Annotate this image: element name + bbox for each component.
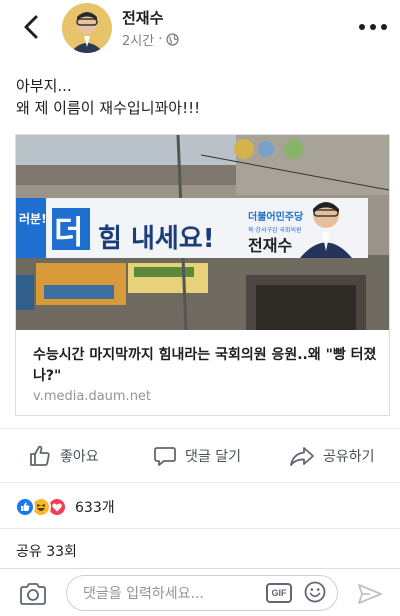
divider xyxy=(0,482,400,483)
avatar[interactable] xyxy=(62,3,112,53)
action-bar: 좋아요 댓글 달기 공유하기 xyxy=(0,434,400,478)
banner-party: 더불어민주당 xyxy=(248,210,304,223)
comment-label: 댓글 달기 xyxy=(185,449,241,465)
comment-bubble-icon xyxy=(154,447,176,466)
divider xyxy=(0,428,400,429)
share-count[interactable]: 공유 33회 xyxy=(16,541,77,561)
back-arrow-icon[interactable] xyxy=(20,14,42,40)
camera-icon[interactable] xyxy=(18,582,48,606)
send-icon[interactable] xyxy=(357,582,383,606)
share-arrow-icon xyxy=(290,447,314,466)
post-time[interactable]: 2시간 xyxy=(122,30,154,49)
comment-composer: 댓글을 입력하세요... GIF xyxy=(0,568,400,616)
link-domain: v.media.daum.net xyxy=(33,389,152,404)
reactions-summary[interactable]: 633개 xyxy=(15,494,115,520)
post-text: 아부지... 왜 제 이름이 재수입니꽈아!!! xyxy=(16,75,200,119)
like-icon xyxy=(15,497,35,517)
svg-text:힘 내세요!: 힘 내세요! xyxy=(98,224,215,254)
emoji-icon[interactable] xyxy=(304,581,326,603)
like-button[interactable]: 좋아요 xyxy=(28,434,99,478)
post-header: 전재수 2시간 · xyxy=(0,0,400,56)
svg-text:지: 지 xyxy=(20,221,48,256)
reaction-count: 633개 xyxy=(75,500,115,516)
svg-text:북·강서구갑 국회의원: 북·강서구갑 국회의원 xyxy=(248,226,302,234)
comment-input[interactable]: 댓글을 입력하세요... xyxy=(66,575,338,611)
share-label: 공유하기 xyxy=(323,449,375,465)
like-label: 좋아요 xyxy=(60,449,99,465)
dot-separator: · xyxy=(158,32,163,47)
share-button[interactable]: 공유하기 xyxy=(289,434,375,478)
post-meta: 2시간 · xyxy=(122,30,179,49)
link-title[interactable]: 수능시간 마지막까지 힘내라는 국회의원 응원..왜 "빵 터졌나?" xyxy=(33,345,383,387)
post-text-line-2: 왜 제 이름이 재수입니꽈아!!! xyxy=(16,99,201,117)
gif-button[interactable]: GIF xyxy=(266,583,292,603)
link-preview-card[interactable]: 러분! 지 더 힘 내세요! 더불어민주당 북·강서구갑 국회의원 전재수 수능… xyxy=(15,134,390,416)
more-options-icon[interactable] xyxy=(358,22,388,32)
author-name[interactable]: 전재수 xyxy=(122,7,163,28)
divider xyxy=(0,528,400,529)
comment-button[interactable]: 댓글 달기 xyxy=(153,434,241,478)
globe-icon xyxy=(166,33,179,46)
banner-name: 전재수 xyxy=(248,236,292,255)
svg-text:더: 더 xyxy=(54,213,83,251)
thumbs-up-icon xyxy=(30,445,50,466)
post-text-line-1: 아부지... xyxy=(16,77,72,95)
link-preview-image[interactable]: 러분! 지 더 힘 내세요! 더불어민주당 북·강서구갑 국회의원 전재수 xyxy=(16,135,389,330)
